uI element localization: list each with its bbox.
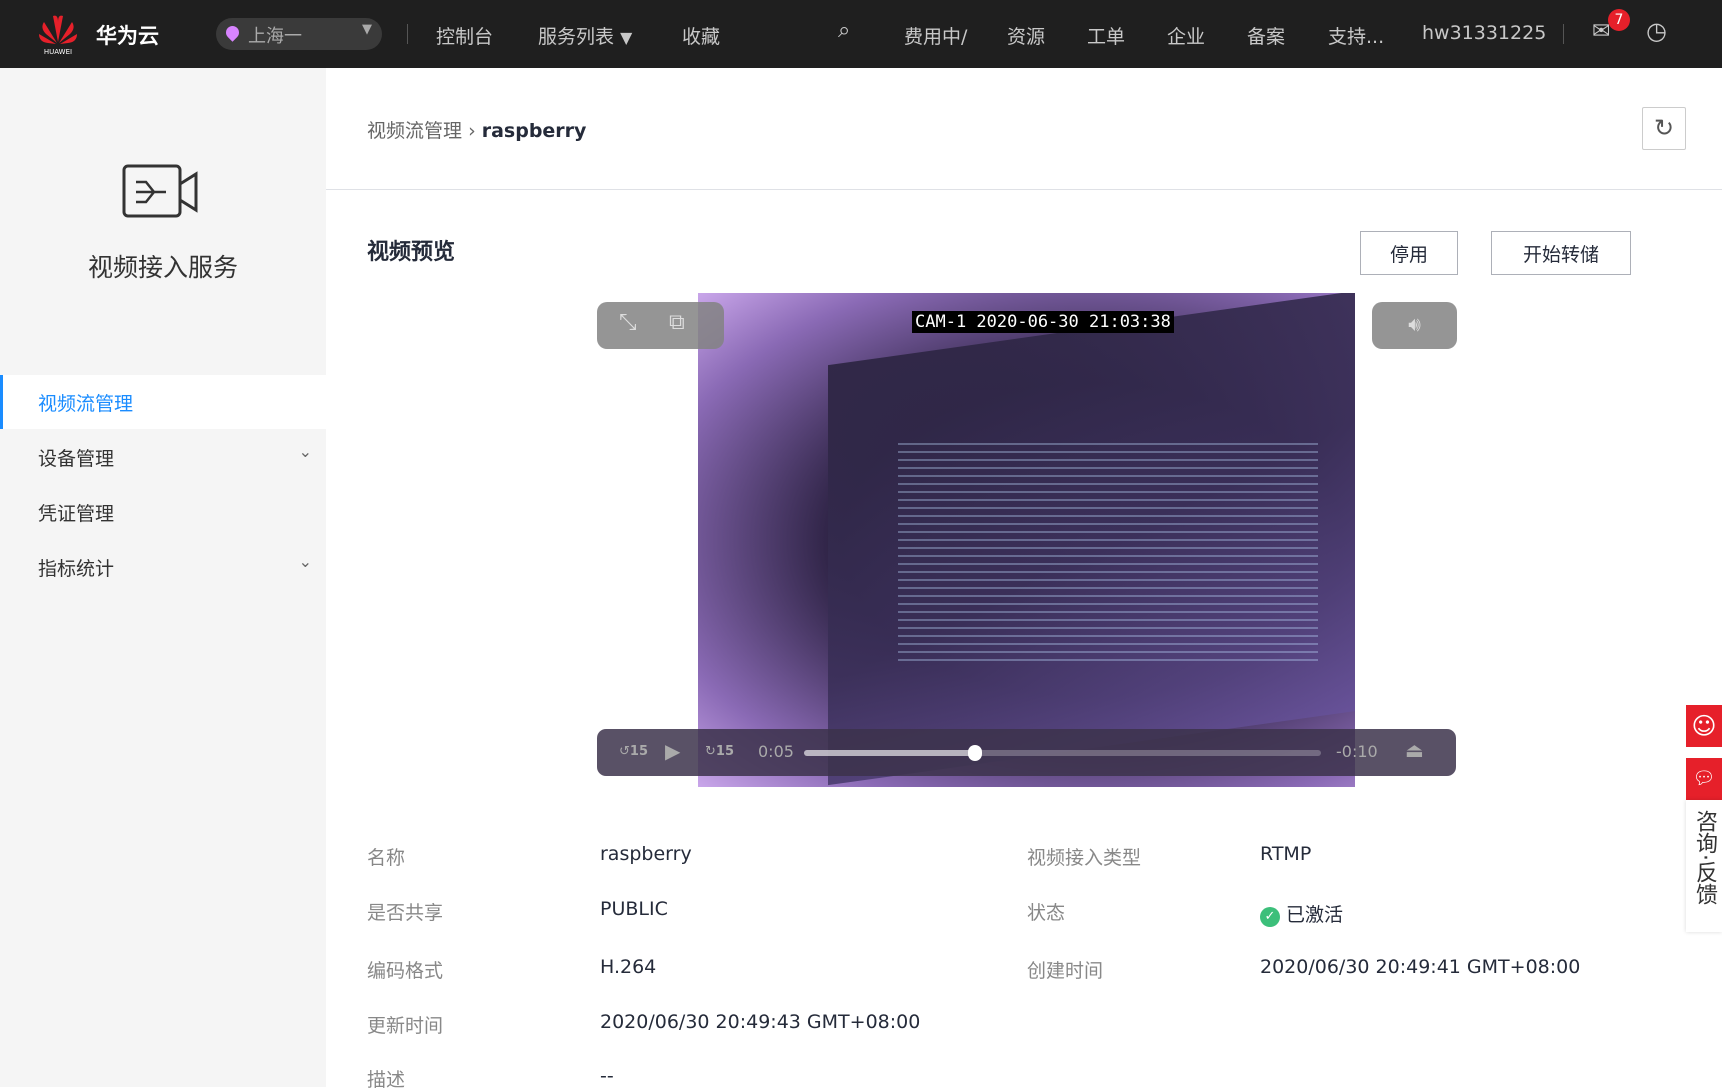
codec-label: 编码格式 (367, 960, 444, 982)
created-label: 创建时间 (1027, 960, 1104, 982)
huawei-logo[interactable]: HUAWEI (36, 12, 80, 56)
sidebar-item-devices[interactable]: 设备管理 ⌄ (0, 430, 326, 484)
video-player[interactable]: CAM-1 2020-06-30 21:03:38 (698, 293, 1355, 787)
name-label: 名称 (367, 847, 406, 869)
status-text: 已激活 (1286, 904, 1344, 926)
type-label: 视频接入类型 (1027, 847, 1142, 869)
created-value: 2020/06/30 20:49:41 GMT+08:00 (1260, 956, 1581, 978)
nav-filing[interactable]: 备案 (1247, 22, 1285, 49)
smiley-icon: ☺ (1691, 712, 1717, 740)
chat-button[interactable]: 💬︎ (1686, 758, 1722, 800)
video-top-controls: ⤡ ⧉ (597, 302, 724, 349)
disable-button[interactable]: 停用 (1360, 231, 1458, 275)
region-label: 上海一 (248, 26, 302, 47)
status-label: 状态 (1027, 902, 1066, 924)
nav-tickets[interactable]: 工单 (1087, 22, 1125, 49)
share-value: PUBLIC (600, 898, 668, 920)
fullscreen-icon[interactable]: ⤡ (619, 310, 637, 335)
nav-resources[interactable]: 资源 (1007, 22, 1045, 49)
breadcrumb-parent[interactable]: 视频流管理 (367, 120, 462, 142)
chat-icon: 💬︎ (1692, 768, 1716, 789)
caret-down-icon: ▼ (362, 22, 372, 37)
breadcrumb-separator: › (468, 120, 476, 142)
divider (1563, 24, 1564, 44)
svg-text:HUAWEI: HUAWEI (44, 48, 72, 56)
share-label: 是否共享 (367, 902, 444, 924)
nav-enterprise[interactable]: 企业 (1167, 22, 1205, 49)
type-value: RTMP (1260, 843, 1312, 865)
brand-name: 华为云 (96, 24, 159, 48)
nav-support[interactable]: 支持... (1328, 22, 1384, 49)
sidebar-item-credentials[interactable]: 凭证管理 (0, 485, 326, 539)
updated-label: 更新时间 (367, 1015, 444, 1037)
region-select[interactable]: 上海一 ▼ (216, 18, 382, 50)
forward-15-icon[interactable]: ↻15 (705, 744, 734, 759)
nav-favorites[interactable]: 收藏 (682, 22, 720, 49)
nav-services[interactable]: 服务列表 ▼ (538, 22, 632, 49)
check-circle-icon: ✓ (1260, 907, 1280, 927)
video-camera-icon (122, 164, 198, 218)
video-control-bar: ↺15 ▶ ↻15 0:05 -0:10 ⏏ (597, 729, 1456, 776)
codec-value: H.264 (600, 956, 657, 978)
consult-feedback-button[interactable]: 咨询·反馈 (1686, 800, 1722, 932)
top-header: HUAWEI 华为云 上海一 ▼ 控制台 服务列表 ▼ 收藏 ⌕ 费用中/ 资源 … (0, 0, 1722, 68)
seek-bar[interactable] (804, 745, 1321, 761)
chevron-down-icon: ⌄ (298, 442, 312, 461)
search-icon[interactable]: ⌕ (838, 18, 850, 43)
volume-button[interactable]: 🔊︎ (1372, 302, 1457, 349)
mail-count-badge: 7 (1608, 9, 1630, 31)
menu-label: 视频流管理 (38, 393, 134, 415)
clock-icon[interactable]: ◷ (1646, 17, 1667, 45)
desc-label: 描述 (367, 1069, 406, 1091)
breadcrumb: 视频流管理 › raspberry (367, 116, 586, 143)
nav-billing[interactable]: 费用中/ (904, 22, 967, 49)
sidebar-item-video-streams[interactable]: 视频流管理 (0, 375, 326, 429)
menu-label: 指标统计 (38, 558, 115, 580)
divider (407, 24, 408, 44)
remaining-time: -0:10 (1336, 742, 1378, 761)
feedback-label: 咨询·反馈 (1692, 810, 1717, 905)
smiley-feedback-button[interactable]: ☺ (1686, 705, 1722, 747)
video-frame-detail (898, 443, 1318, 663)
name-value: raspberry (600, 843, 692, 865)
sidebar-item-metrics[interactable]: 指标统计 ⌄ (0, 540, 326, 594)
airplay-icon[interactable]: ⏏ (1405, 738, 1424, 762)
user-account[interactable]: hw31331225 (1422, 22, 1546, 44)
caret-down-icon: ▼ (620, 28, 633, 47)
service-title: 视频接入服务 (87, 253, 238, 282)
location-pin-icon (223, 23, 242, 42)
menu-label: 凭证管理 (38, 503, 115, 525)
refresh-icon: ↻ (1653, 114, 1675, 142)
section-title: 视频预览 (367, 240, 456, 265)
elapsed-time: 0:05 (758, 742, 794, 761)
status-value: ✓ 已激活 (1260, 900, 1343, 927)
picture-in-picture-icon[interactable]: ⧉ (669, 310, 685, 335)
sidebar: 视频接入服务 视频流管理 设备管理 ⌄ 凭证管理 指标统计 ⌄ (0, 68, 326, 1087)
desc-value: -- (600, 1065, 614, 1087)
divider (326, 189, 1722, 190)
breadcrumb-current: raspberry (481, 120, 587, 142)
refresh-button[interactable]: ↻ (1642, 107, 1686, 150)
nav-services-label: 服务列表 (538, 26, 615, 48)
rewind-15-icon[interactable]: ↺15 (619, 744, 648, 759)
seek-handle[interactable] (967, 745, 982, 761)
updated-value: 2020/06/30 20:49:43 GMT+08:00 (600, 1011, 921, 1033)
video-osd-timestamp: CAM-1 2020-06-30 21:03:38 (912, 311, 1174, 333)
speaker-icon: 🔊︎ (1408, 312, 1421, 336)
chevron-down-icon: ⌄ (298, 552, 312, 571)
seek-fill (804, 750, 975, 756)
menu-label: 设备管理 (38, 448, 115, 470)
start-dump-button[interactable]: 开始转储 (1491, 231, 1631, 275)
play-icon[interactable]: ▶ (665, 739, 680, 763)
nav-console[interactable]: 控制台 (436, 22, 493, 49)
